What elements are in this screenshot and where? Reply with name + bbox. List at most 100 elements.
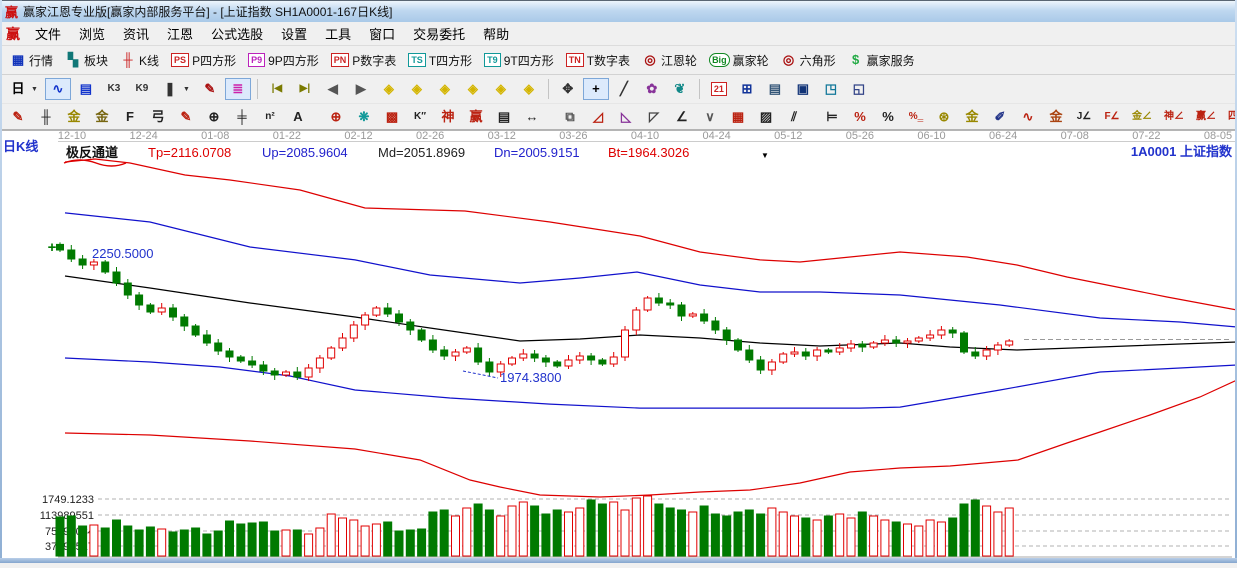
f-lines-button[interactable]: F: [117, 106, 143, 128]
gann-circle-button[interactable]: ⊕: [323, 106, 349, 128]
width-measure-button[interactable]: ↔: [519, 106, 545, 128]
golden-circle-button[interactable]: ⊛: [931, 106, 957, 128]
first-page-button[interactable]: |◀: [264, 78, 290, 100]
zoom-expand-button[interactable]: ◈: [516, 78, 542, 100]
measure-pencil-button[interactable]: ✐: [987, 106, 1013, 128]
menu-item-gann[interactable]: 江恩: [158, 22, 202, 45]
n-square-button[interactable]: n²: [257, 106, 283, 128]
menu-item-help[interactable]: 帮助: [474, 22, 518, 45]
gann-star-button[interactable]: ❋: [351, 106, 377, 128]
gann-box-button[interactable]: ⧉: [557, 106, 583, 128]
percent-retrace-button[interactable]: %: [847, 106, 873, 128]
wave-lines-button[interactable]: ∿: [1015, 106, 1041, 128]
ruler-123-button[interactable]: ▤: [491, 106, 517, 128]
prev-page-button[interactable]: ◀: [320, 78, 346, 100]
report-list-button[interactable]: ▤: [73, 78, 99, 100]
p-square-button[interactable]: PSP四方形: [166, 49, 241, 72]
golden-lines-button[interactable]: 金: [61, 106, 87, 128]
gann-lines-button[interactable]: ╫: [33, 106, 59, 128]
chart-figure-button[interactable]: ✎: [197, 78, 223, 100]
menu-item-file[interactable]: 文件: [26, 22, 70, 45]
p-number-table-button[interactable]: PNP数字表: [326, 49, 402, 72]
hash-lines-button[interactable]: ╪: [229, 106, 255, 128]
remote-pc-button[interactable]: ◱: [846, 78, 872, 100]
grid-red-button[interactable]: ▦: [725, 106, 751, 128]
candle-style-button[interactable]: ❚▼: [157, 78, 195, 100]
t-square-button[interactable]: TST四方形: [403, 49, 477, 72]
zoom-right-button[interactable]: ◈: [404, 78, 430, 100]
angle-lines-button[interactable]: ∠: [669, 106, 695, 128]
9t-square-button[interactable]: T99T四方形: [479, 49, 559, 72]
title-bar[interactable]: 赢 赢家江恩专业版[赢家内部服务平台] - [上证指数 SH1A0001-167…: [0, 0, 1237, 22]
next-page-button[interactable]: ▶: [348, 78, 374, 100]
parallel-lines-button[interactable]: ⫽: [781, 106, 807, 128]
intraday-chart-button[interactable]: ∿: [45, 78, 71, 100]
k-quote-button[interactable]: K″: [407, 106, 433, 128]
calculator-button[interactable]: ⊞: [734, 78, 760, 100]
win-angle-button[interactable]: 赢∠: [1191, 106, 1221, 128]
menu-item-tools[interactable]: 工具: [316, 22, 360, 45]
gann-grid-square-button[interactable]: ▩: [379, 106, 405, 128]
quotes-button[interactable]: ▦行情: [5, 49, 58, 72]
shen-angle-button[interactable]: 神∠: [1159, 106, 1189, 128]
crosshair-tool-button[interactable]: +: [583, 78, 609, 100]
menu-item-news[interactable]: 资讯: [114, 22, 158, 45]
j-angle-button[interactable]: J∠: [1071, 106, 1097, 128]
zoom-vertical-button[interactable]: ◈: [488, 78, 514, 100]
shen-lines-button[interactable]: 神: [435, 106, 461, 128]
draw-pencil-button[interactable]: ✎: [173, 106, 199, 128]
fan-box-purple-button[interactable]: ◺: [613, 106, 639, 128]
period-day-dropdown-icon[interactable]: ▼: [31, 86, 38, 93]
golden-wave-button[interactable]: 金: [1043, 106, 1069, 128]
v-lines-button[interactable]: ∨: [697, 106, 723, 128]
golden-section-button[interactable]: 金: [959, 106, 985, 128]
candle-style-dropdown-icon[interactable]: ▼: [183, 86, 190, 93]
menu-item-settings[interactable]: 设置: [272, 22, 316, 45]
sectors-button[interactable]: ▚板块: [60, 49, 113, 72]
a-line-button[interactable]: A: [285, 106, 311, 128]
menu-item-browse[interactable]: 浏览: [70, 22, 114, 45]
9p-square-button[interactable]: P99P四方形: [243, 49, 324, 72]
last-page-button[interactable]: ▶|: [292, 78, 318, 100]
k9-chart-button[interactable]: K9: [129, 78, 155, 100]
save-button[interactable]: ▣: [790, 78, 816, 100]
percent-button[interactable]: %: [875, 106, 901, 128]
kline-chart[interactable]: 12-1012-2401-0801-2202-1202-2603-1203-26…: [0, 130, 1237, 563]
price-bars-button[interactable]: ⊨: [819, 106, 845, 128]
gann-wheel-button[interactable]: ◎江恩轮: [637, 49, 702, 72]
winner-wheel-button[interactable]: Big赢家轮: [704, 49, 774, 72]
period-day-button[interactable]: 日▼: [5, 78, 43, 100]
f-angle-button[interactable]: F∠: [1099, 106, 1125, 128]
menu-item-formula-picker[interactable]: 公式选股: [202, 22, 272, 45]
pattern-tool-button[interactable]: ❦: [667, 78, 693, 100]
trendline-lock-button[interactable]: ╱: [611, 78, 637, 100]
golden-lines-2-button[interactable]: 金: [89, 106, 115, 128]
calendar-button[interactable]: 21: [706, 79, 732, 99]
zoom-compress-button[interactable]: ◈: [460, 78, 486, 100]
network-pc-button[interactable]: ◳: [818, 78, 844, 100]
k3-chart-button[interactable]: K3: [101, 78, 127, 100]
bow-lines-button[interactable]: 弓: [145, 106, 171, 128]
fan-box-button[interactable]: ◸: [641, 106, 667, 128]
fan-red-button[interactable]: ◿: [585, 106, 611, 128]
box-tool-button[interactable]: ✿: [639, 78, 665, 100]
circle-ruler-button[interactable]: ⊕: [201, 106, 227, 128]
notes-button[interactable]: ▤: [762, 78, 788, 100]
draw-compass-button[interactable]: ✎: [5, 106, 31, 128]
chart-area[interactable]: 12-1012-2401-0801-2202-1202-2603-1203-26…: [0, 130, 1237, 563]
zoom-left-button[interactable]: ◈: [376, 78, 402, 100]
hand-tool-button[interactable]: ✥: [555, 78, 581, 100]
grid-arrow-button[interactable]: ▨: [753, 106, 779, 128]
t-number-table-button[interactable]: TNT数字表: [561, 49, 635, 72]
gold-angle-button[interactable]: 金∠: [1127, 106, 1157, 128]
kline-button[interactable]: ╫K线: [115, 49, 164, 72]
win-lines-button[interactable]: 赢: [463, 106, 489, 128]
candle-body: [848, 344, 855, 348]
winner-service-button[interactable]: $赢家服务: [843, 49, 920, 72]
zoom-horizontal-button[interactable]: ◈: [432, 78, 458, 100]
color-histogram-button[interactable]: ≣: [225, 78, 251, 100]
percent-lines-button[interactable]: %‗: [903, 106, 929, 128]
menu-item-window[interactable]: 窗口: [360, 22, 404, 45]
menu-item-trade-entrust[interactable]: 交易委托: [404, 22, 474, 45]
hexagon-button[interactable]: ◎六角形: [776, 49, 841, 72]
